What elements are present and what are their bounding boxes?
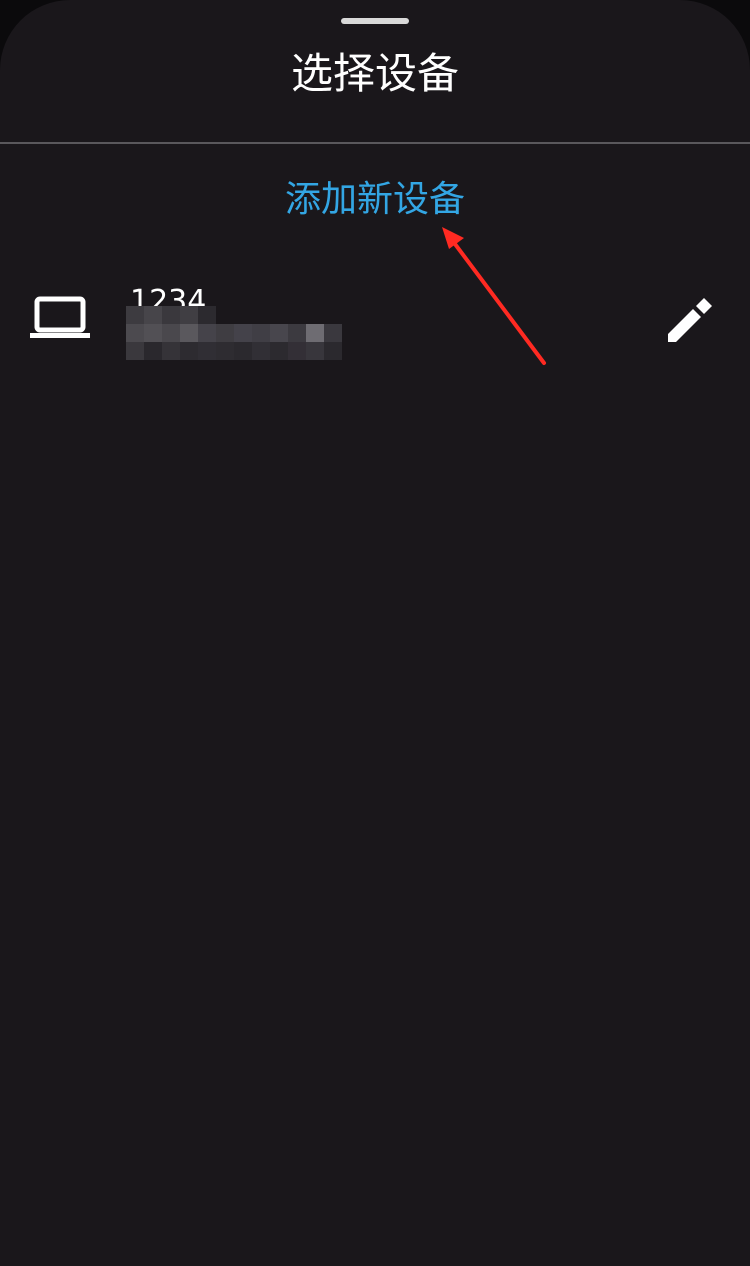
laptop-icon <box>30 296 90 338</box>
device-list-item[interactable]: 1234 <box>0 270 750 370</box>
title-divider <box>0 142 750 144</box>
sheet-grabber-handle[interactable] <box>341 18 409 24</box>
redacted-device-detail <box>126 306 342 360</box>
sheet-title: 选择设备 <box>290 49 459 98</box>
device-picker-sheet: 选择设备 添加新设备 1234 <box>0 0 750 1266</box>
add-new-device-button[interactable]: 添加新设备 <box>0 172 750 228</box>
pencil-icon[interactable] <box>664 296 714 346</box>
